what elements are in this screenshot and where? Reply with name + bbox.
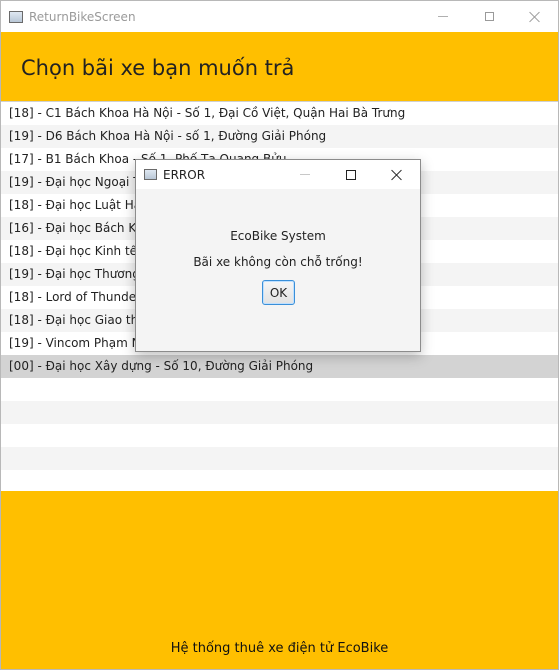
close-icon — [391, 169, 403, 181]
empty-list-row — [1, 447, 558, 470]
window-titlebar[interactable]: ReturnBikeScreen — [1, 1, 558, 32]
maximize-icon — [346, 169, 356, 180]
empty-list-row — [1, 424, 558, 447]
footer-banner: Hệ thống thuê xe điện tử EcoBike — [1, 491, 558, 669]
maximize-button[interactable] — [466, 1, 512, 32]
empty-list-row — [1, 401, 558, 424]
page-title: Chọn bãi xe bạn muốn trả — [21, 56, 295, 80]
dialog-message: Bãi xe không còn chỗ trống! — [193, 255, 363, 269]
app-icon — [9, 10, 23, 23]
dialog-minimize-button[interactable] — [282, 160, 328, 189]
empty-list-row — [1, 470, 558, 491]
maximize-icon — [484, 12, 494, 21]
minimize-icon — [300, 174, 310, 175]
close-button[interactable] — [512, 1, 558, 32]
list-item[interactable]: [18] - C1 Bách Khoa Hà Nội - Số 1, Đại C… — [1, 102, 558, 125]
list-item[interactable]: [00] - Đại học Xây dựng - Số 10, Đường G… — [1, 355, 558, 378]
error-dialog: ERROR EcoBike System Bãi xe không còn ch… — [135, 159, 421, 352]
dialog-close-button[interactable] — [374, 160, 420, 189]
dialog-title: ERROR — [163, 167, 206, 182]
ok-button[interactable]: OK — [262, 280, 295, 305]
dialog-maximize-button[interactable] — [328, 160, 374, 189]
dialog-header-text: EcoBike System — [230, 229, 326, 243]
dialog-titlebar[interactable]: ERROR — [136, 160, 420, 189]
empty-list-row — [1, 378, 558, 401]
footer-text: Hệ thống thuê xe điện tử EcoBike — [170, 641, 389, 656]
dialog-app-icon — [144, 169, 157, 180]
dialog-controls — [282, 160, 420, 189]
minimize-button[interactable] — [420, 1, 466, 32]
list-item[interactable]: [19] - D6 Bách Khoa Hà Nội - số 1, Đường… — [1, 125, 558, 148]
window-title: ReturnBikeScreen — [29, 9, 136, 24]
header-banner: Chọn bãi xe bạn muốn trả — [1, 32, 558, 101]
minimize-icon — [438, 16, 448, 17]
close-icon — [529, 11, 541, 23]
window-controls — [420, 1, 558, 32]
